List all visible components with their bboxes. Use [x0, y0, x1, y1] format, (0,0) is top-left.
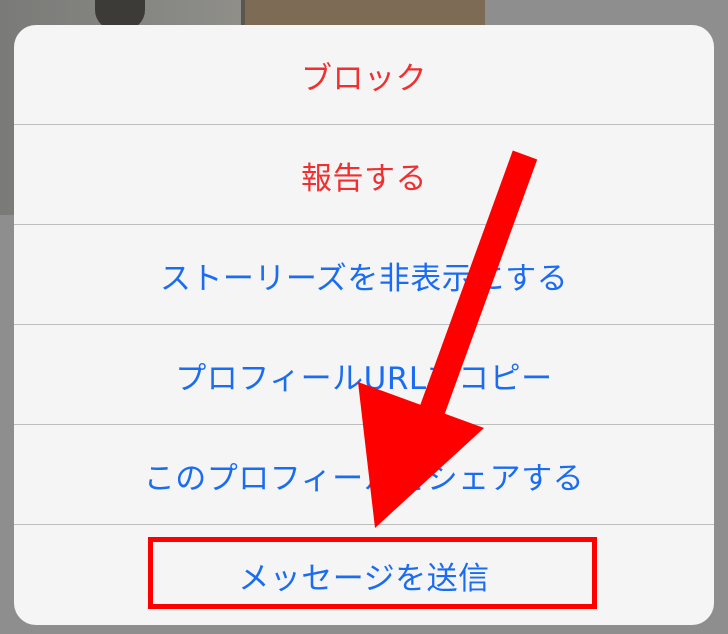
block-button[interactable]: ブロック [14, 25, 714, 125]
hide-stories-button[interactable]: ストーリーズを非表示にする [14, 225, 714, 325]
copy-profile-url-button[interactable]: プロフィールURLをコピー [14, 325, 714, 425]
highlight-box [148, 537, 597, 609]
report-button[interactable]: 報告する [14, 125, 714, 225]
share-profile-button[interactable]: このプロフィールをシェアする [14, 425, 714, 525]
action-sheet: ブロック 報告する ストーリーズを非表示にする プロフィールURLをコピー この… [14, 25, 714, 625]
screen: ブロック 報告する ストーリーズを非表示にする プロフィールURLをコピー この… [0, 0, 728, 634]
